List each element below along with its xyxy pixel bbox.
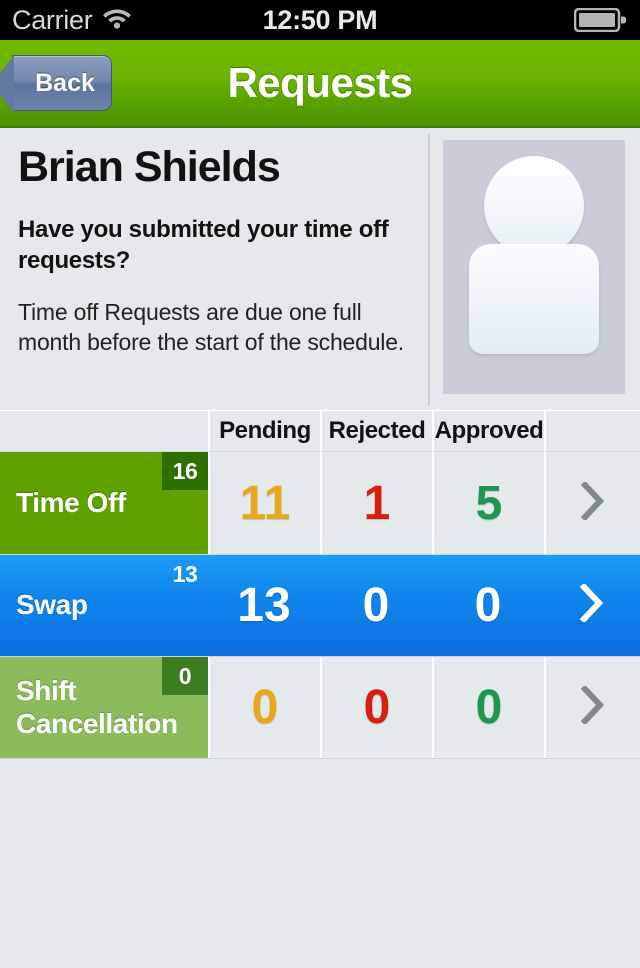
row-pending-count: 13 (237, 579, 291, 632)
table-header-row: Pending Rejected Approved (0, 410, 640, 452)
table-row[interactable]: Time Off 16 11 1 5 (0, 452, 640, 554)
row-disclosure-cell[interactable] (544, 452, 640, 554)
row-category-cell[interactable]: Time Off 16 (0, 452, 208, 554)
chevron-right-icon (580, 684, 606, 729)
status-bar: Carrier 12:50 PM (0, 0, 640, 40)
app-screen: Carrier 12:50 PM Back Requests Brian Shi… (0, 0, 640, 968)
clock-label: 12:50 PM (262, 4, 378, 35)
row-disclosure-cell[interactable] (544, 555, 640, 656)
row-approved-count: 0 (474, 579, 502, 632)
row-pending-count: 11 (208, 452, 320, 554)
avatar-body-shape (469, 244, 599, 354)
row-badge: 13 (172, 560, 198, 587)
row-category-label: Swap (16, 589, 88, 621)
info-body: Time off Requests are due one full month… (18, 298, 404, 356)
info-text-block: Brian Shields Have you submitted your ti… (0, 130, 428, 410)
row-rejected-count: 1 (320, 452, 432, 554)
row-rejected-count: 0 (362, 579, 390, 632)
info-question: Have you submitted your time off request… (18, 216, 389, 275)
avatar-head-shape (484, 156, 584, 256)
table-row[interactable]: Shift Cancellation 0 0 0 0 (0, 656, 640, 758)
column-header-category (0, 411, 208, 452)
row-rejected-count: 0 (320, 657, 432, 758)
row-badge: 0 (162, 657, 208, 695)
info-divider (428, 134, 430, 406)
battery-icon (573, 7, 627, 37)
avatar (443, 140, 625, 394)
empty-row (0, 898, 640, 968)
column-header-pending: Pending (208, 411, 320, 452)
navigation-bar: Back Requests (0, 40, 640, 128)
person-name: Brian Shields (18, 143, 281, 191)
row-approved-count: 5 (432, 452, 544, 554)
row-pending-count: 0 (208, 657, 320, 758)
chevron-right-icon (579, 582, 605, 627)
table-row[interactable]: Swap 13 13 0 0 (0, 554, 640, 656)
row-badge: 16 (162, 452, 208, 490)
column-header-approved: Approved (432, 411, 544, 452)
column-header-arrow (544, 411, 640, 452)
row-disclosure-cell[interactable] (544, 657, 640, 758)
empty-row (0, 828, 640, 898)
info-panel: Brian Shields Have you submitted your ti… (0, 130, 640, 410)
row-category-label: Time Off (16, 486, 126, 518)
empty-row (0, 758, 640, 828)
requests-table: Pending Rejected Approved Time Off 16 11… (0, 410, 640, 968)
chevron-right-icon (580, 480, 606, 525)
column-header-rejected: Rejected (320, 411, 432, 452)
row-category-cell[interactable]: Swap 13 (0, 555, 208, 656)
page-title: Requests (227, 59, 413, 106)
row-category-cell[interactable]: Shift Cancellation 0 (0, 657, 208, 758)
row-approved-count: 0 (432, 657, 544, 758)
